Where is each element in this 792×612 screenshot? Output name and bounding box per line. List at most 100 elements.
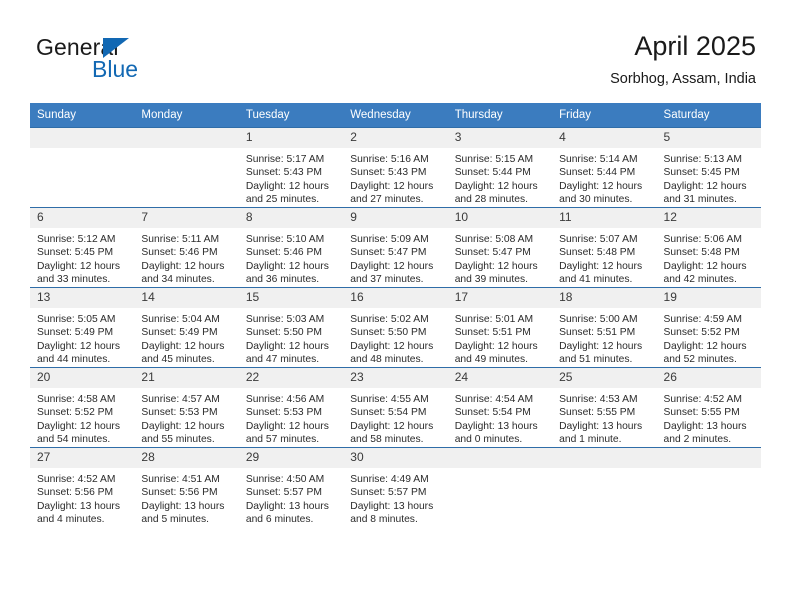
sunset-text: Sunset: 5:53 PM [245,407,322,419]
day-number [447,448,553,468]
daylight-text: Daylight: 12 hours and 55 minutes. [141,420,225,445]
daylight-text: Daylight: 13 hours and 0 minutes. [454,420,538,445]
logo-text-blue: Blue [92,56,139,82]
day-number: 4 [552,128,657,148]
day-box [656,448,761,527]
calendar-day-cell[interactable]: 1 Sunrise: 5:17 AM Sunset: 5:43 PM Daylight… [238,127,344,208]
day-number [656,448,761,468]
calendar-day-cell[interactable]: 22 Sunrise: 4:56 AM Sunset: 5:53 PM Dayligh… [238,367,344,448]
day-number: 3 [447,128,553,148]
daylight-text: Daylight: 12 hours and 58 minutes. [350,420,434,445]
day-number: 22 [238,368,344,388]
page-header: General Blue April 2025 Sorbhog, Assam, … [0,0,792,100]
calendar-day-cell[interactable]: 18 Sunrise: 5:00 AM Sunset: 5:51 PM Dayligh… [552,287,657,368]
calendar-day-cell[interactable]: 8 Sunrise: 5:10 AM Sunset: 5:46 PM Daylight… [238,207,344,288]
daylight-text: Daylight: 12 hours and 49 minutes. [454,340,538,365]
day-details: Sunrise: 5:16 AM Sunset: 5:43 PM Daylight:… [343,148,447,206]
sunrise-text: Sunrise: 5:02 AM [350,314,429,325]
day-box: 15 Sunrise: 5:03 AM Sunset: 5:50 PM Dayligh… [238,288,344,367]
day-number: 30 [343,448,448,468]
calendar-day-cell[interactable]: 26 Sunrise: 4:52 AM Sunset: 5:55 PM Dayligh… [656,367,761,448]
calendar-day-cell[interactable]: 15 Sunrise: 5:03 AM Sunset: 5:50 PM Dayligh… [238,287,344,368]
sunset-text: Sunset: 5:44 PM [454,167,531,179]
sunset-text: Sunset: 5:53 PM [141,407,218,419]
sunrise-text: Sunrise: 4:57 AM [141,394,220,405]
day-number: 9 [343,208,448,228]
sunrise-text: Sunrise: 5:17 AM [245,154,325,165]
daylight-text: Daylight: 12 hours and 52 minutes. [663,340,747,365]
day-number: 12 [656,208,761,228]
sunrise-text: Sunrise: 5:10 AM [245,234,325,245]
daylight-text: Daylight: 12 hours and 34 minutes. [141,260,225,285]
daylight-text: Daylight: 12 hours and 27 minutes. [350,180,434,205]
sunrise-text: Sunrise: 5:05 AM [37,314,116,325]
daylight-text: Daylight: 12 hours and 42 minutes. [663,260,747,285]
day-number: 14 [134,288,239,308]
sunrise-text: Sunrise: 4:54 AM [454,394,534,405]
daylight-text: Daylight: 12 hours and 28 minutes. [454,180,538,205]
day-details: Sunrise: 5:11 AM Sunset: 5:46 PM Daylight:… [134,228,238,286]
sunrise-text: Sunrise: 4:58 AM [37,394,116,405]
day-number: 25 [552,368,657,388]
calendar-day-cell[interactable]: 2 Sunrise: 5:16 AM Sunset: 5:43 PM Daylight… [343,127,448,208]
day-details: Sunrise: 5:13 AM Sunset: 5:45 PM Daylight:… [657,148,761,206]
calendar-day-cell[interactable]: 11 Sunrise: 5:07 AM Sunset: 5:48 PM Dayligh… [552,207,657,288]
sunset-text: Sunset: 5:47 PM [350,247,427,259]
calendar-day-cell[interactable]: 19 Sunrise: 4:59 AM Sunset: 5:52 PM Dayligh… [656,287,761,368]
sunset-text: Sunset: 5:45 PM [663,167,740,179]
day-box: 2 Sunrise: 5:16 AM Sunset: 5:43 PM Daylight… [343,128,448,207]
calendar-day-cell[interactable]: 3 Sunrise: 5:15 AM Sunset: 5:44 PM Daylight… [447,127,553,208]
day-number: 26 [656,368,761,388]
day-number: 27 [30,448,135,468]
calendar-day-cell[interactable]: 29 Sunrise: 4:50 AM Sunset: 5:57 PM Dayligh… [238,447,344,527]
calendar-day-cell[interactable]: 14 Sunrise: 5:04 AM Sunset: 5:49 PM Dayligh… [134,287,239,368]
calendar-day-cell[interactable]: 21 Sunrise: 4:57 AM Sunset: 5:53 PM Dayligh… [134,367,239,448]
calendar-day-cell[interactable]: 30 Sunrise: 4:49 AM Sunset: 5:57 PM Dayligh… [343,447,448,527]
calendar-week-row: 1 Sunrise: 5:17 AM Sunset: 5:43 PM Daylight… [30,127,761,208]
day-box: 14 Sunrise: 5:04 AM Sunset: 5:49 PM Dayligh… [134,288,239,367]
day-box: 30 Sunrise: 4:49 AM Sunset: 5:57 PM Dayligh… [343,448,448,527]
calendar-day-cell[interactable]: 25 Sunrise: 4:53 AM Sunset: 5:55 PM Dayligh… [552,367,657,448]
calendar-week-row: 20 Sunrise: 4:58 AM Sunset: 5:52 PM Dayligh… [30,367,761,448]
calendar-day-cell[interactable]: 27 Sunrise: 4:52 AM Sunset: 5:56 PM Dayligh… [30,447,135,527]
calendar-day-cell[interactable]: 17 Sunrise: 5:01 AM Sunset: 5:51 PM Dayligh… [447,287,553,368]
day-number: 1 [238,128,344,148]
calendar-table: Sunday Monday Tuesday Wednesday Thursday… [30,103,761,527]
calendar-day-cell[interactable]: 23 Sunrise: 4:55 AM Sunset: 5:54 PM Dayligh… [343,367,448,448]
sunrise-text: Sunrise: 5:04 AM [141,314,220,325]
day-number: 28 [134,448,239,468]
daylight-text: Daylight: 13 hours and 5 minutes. [141,500,225,525]
day-box: 11 Sunrise: 5:07 AM Sunset: 5:48 PM Dayligh… [552,208,657,287]
calendar-day-cell-empty [447,447,553,527]
calendar-day-cell[interactable]: 5 Sunrise: 5:13 AM Sunset: 5:45 PM Daylight… [656,127,761,208]
daylight-text: Daylight: 12 hours and 51 minutes. [559,340,643,365]
calendar-body: 1 Sunrise: 5:17 AM Sunset: 5:43 PM Daylight… [30,127,761,527]
calendar-day-cell[interactable]: 10 Sunrise: 5:08 AM Sunset: 5:47 PM Dayligh… [447,207,553,288]
sunset-text: Sunset: 5:46 PM [141,247,218,259]
general-blue-logo[interactable]: General Blue [36,34,216,86]
calendar-day-cell[interactable]: 28 Sunrise: 4:51 AM Sunset: 5:56 PM Dayligh… [134,447,239,527]
calendar-day-cell[interactable]: 4 Sunrise: 5:14 AM Sunset: 5:44 PM Daylight… [552,127,657,208]
calendar-day-cell[interactable]: 20 Sunrise: 4:58 AM Sunset: 5:52 PM Dayligh… [30,367,135,448]
day-number: 10 [447,208,553,228]
day-details: Sunrise: 5:09 AM Sunset: 5:47 PM Daylight:… [343,228,447,286]
weekday-header-wednesday: Wednesday [343,103,448,128]
day-number [30,128,135,148]
calendar-day-cell[interactable]: 12 Sunrise: 5:06 AM Sunset: 5:48 PM Dayligh… [656,207,761,288]
calendar-day-cell[interactable]: 13 Sunrise: 5:05 AM Sunset: 5:49 PM Dayligh… [30,287,135,368]
day-box: 8 Sunrise: 5:10 AM Sunset: 5:46 PM Daylight… [238,208,344,287]
calendar-day-cell[interactable]: 16 Sunrise: 5:02 AM Sunset: 5:50 PM Dayligh… [343,287,448,368]
calendar-day-cell[interactable]: 6 Sunrise: 5:12 AM Sunset: 5:45 PM Daylight… [30,207,135,288]
calendar-day-cell[interactable]: 24 Sunrise: 4:54 AM Sunset: 5:54 PM Dayligh… [447,367,553,448]
sunrise-text: Sunrise: 4:56 AM [245,394,325,405]
weekday-header-thursday: Thursday [447,103,553,128]
day-number: 21 [134,368,239,388]
day-box: 26 Sunrise: 4:52 AM Sunset: 5:55 PM Dayligh… [656,368,761,447]
calendar-day-cell[interactable]: 7 Sunrise: 5:11 AM Sunset: 5:46 PM Daylight… [134,207,239,288]
calendar-day-cell[interactable]: 9 Sunrise: 5:09 AM Sunset: 5:47 PM Daylight… [343,207,448,288]
sunset-text: Sunset: 5:52 PM [37,407,114,419]
day-details: Sunrise: 4:49 AM Sunset: 5:57 PM Daylight:… [343,468,447,526]
daylight-text: Daylight: 12 hours and 37 minutes. [350,260,434,285]
day-box: 12 Sunrise: 5:06 AM Sunset: 5:48 PM Dayligh… [656,208,761,287]
day-number: 24 [447,368,553,388]
